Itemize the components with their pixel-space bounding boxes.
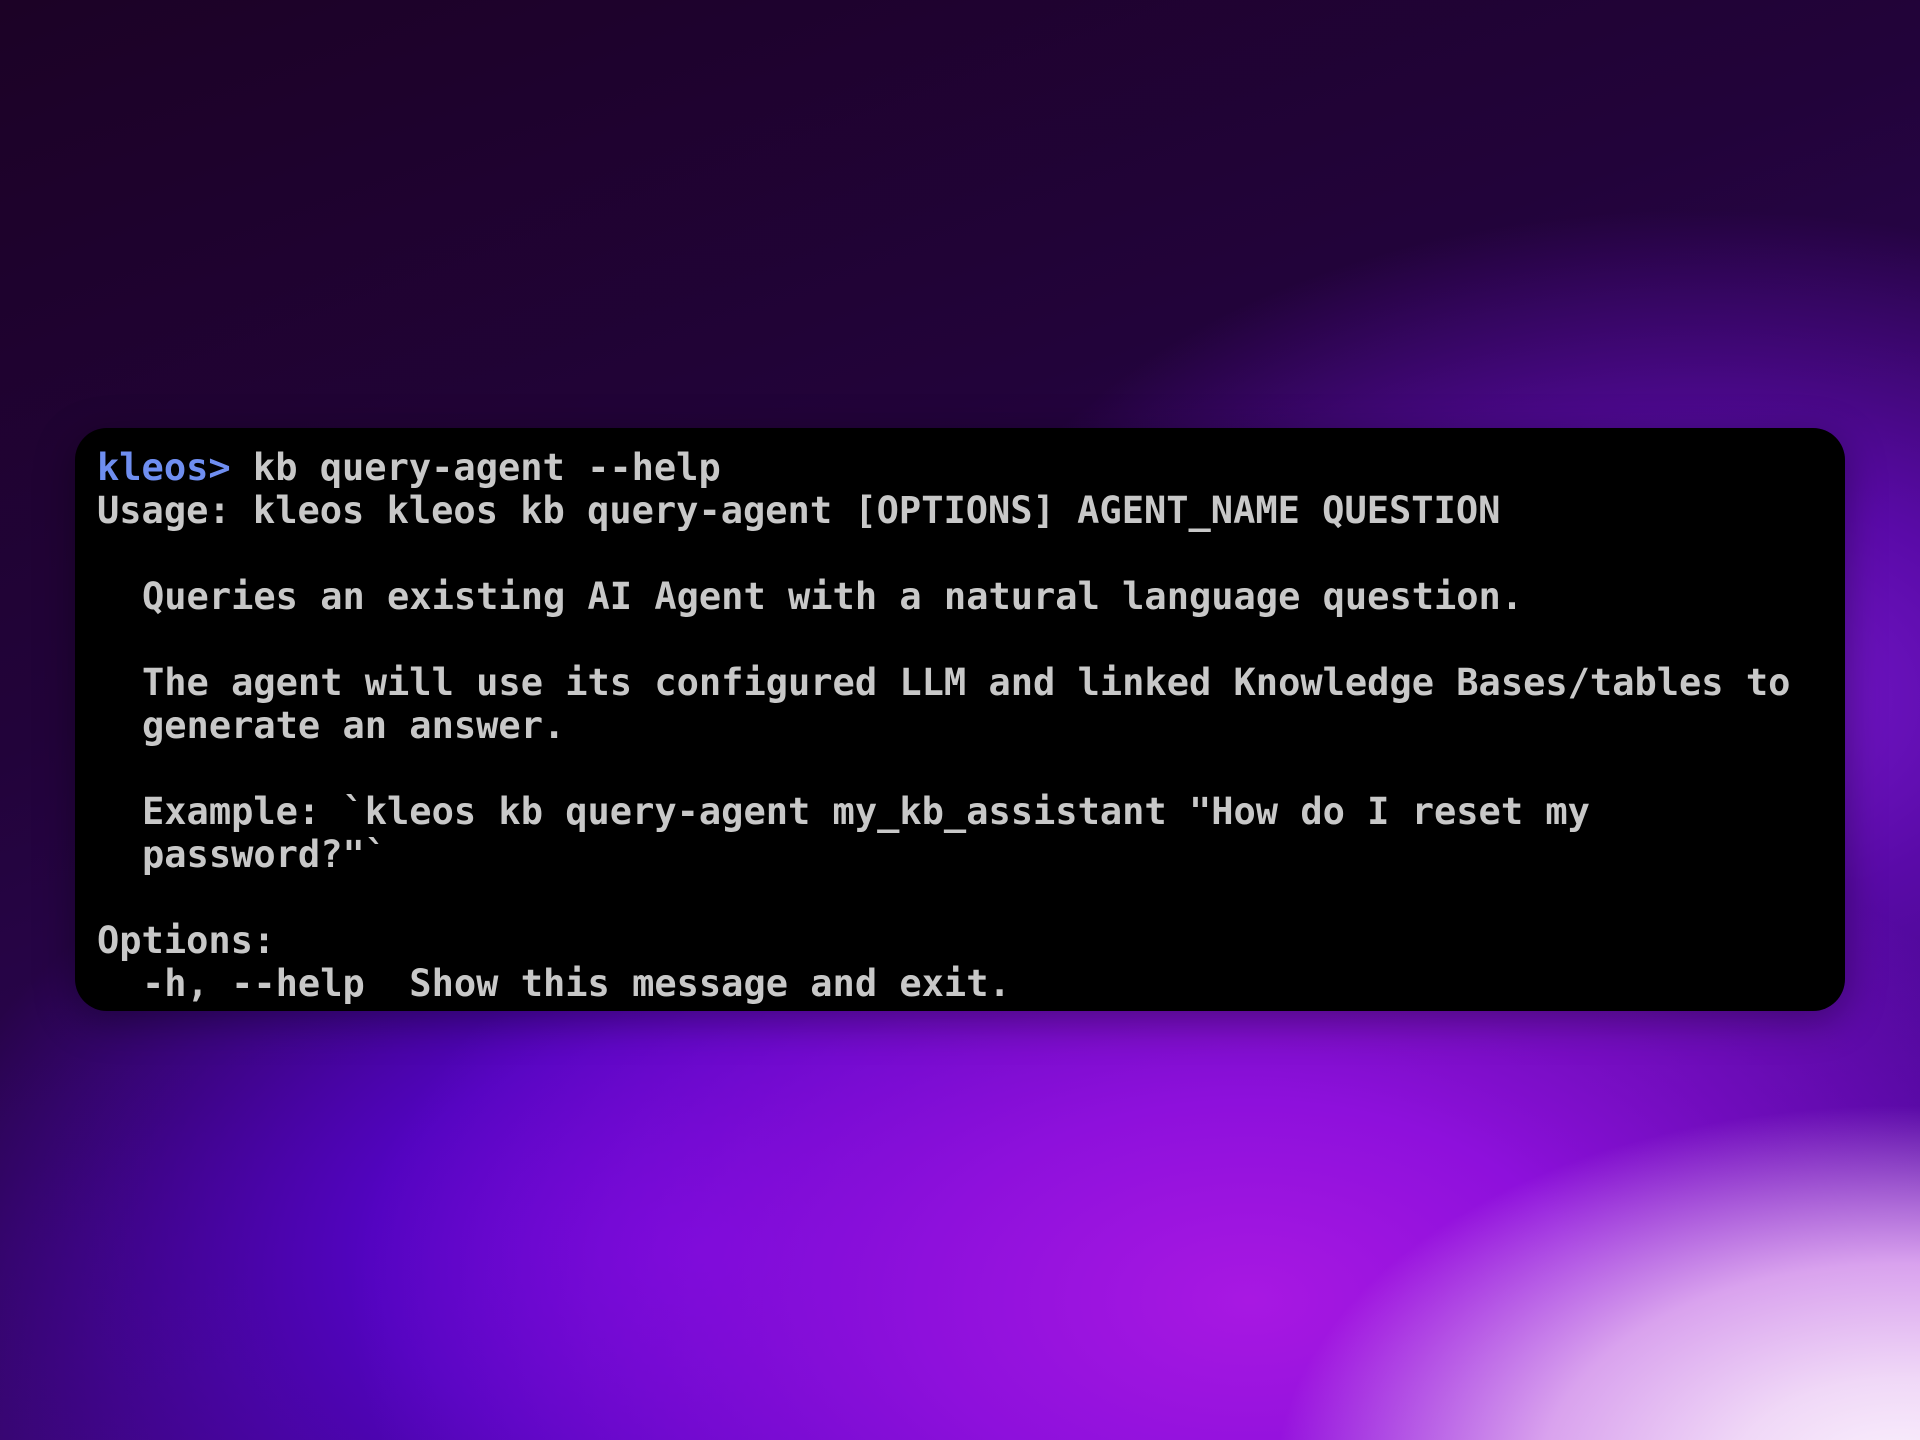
description-line: Queries an existing AI Agent with a natu… [142,575,1524,618]
options-header: Options: [97,919,276,962]
terminal-window[interactable]: kleos> kb query-agent --help Usage: kleo… [75,428,1845,1011]
description-line: generate an answer. [142,704,566,747]
example-line: Example: `kleos kb query-agent my_kb_ass… [142,790,1590,833]
description-line: The agent will use its configured LLM an… [142,661,1791,704]
option-help-line: -h, --help Show this message and exit. [142,962,1011,1005]
command-text: kb query-agent --help [230,446,721,489]
command-line: kleos> kb query-agent --help [97,446,1823,489]
example-line: password?"` [142,833,388,876]
usage-line: Usage: kleos kleos kb query-agent [OPTIO… [97,489,1501,532]
shell-prompt: kleos> [97,446,231,489]
